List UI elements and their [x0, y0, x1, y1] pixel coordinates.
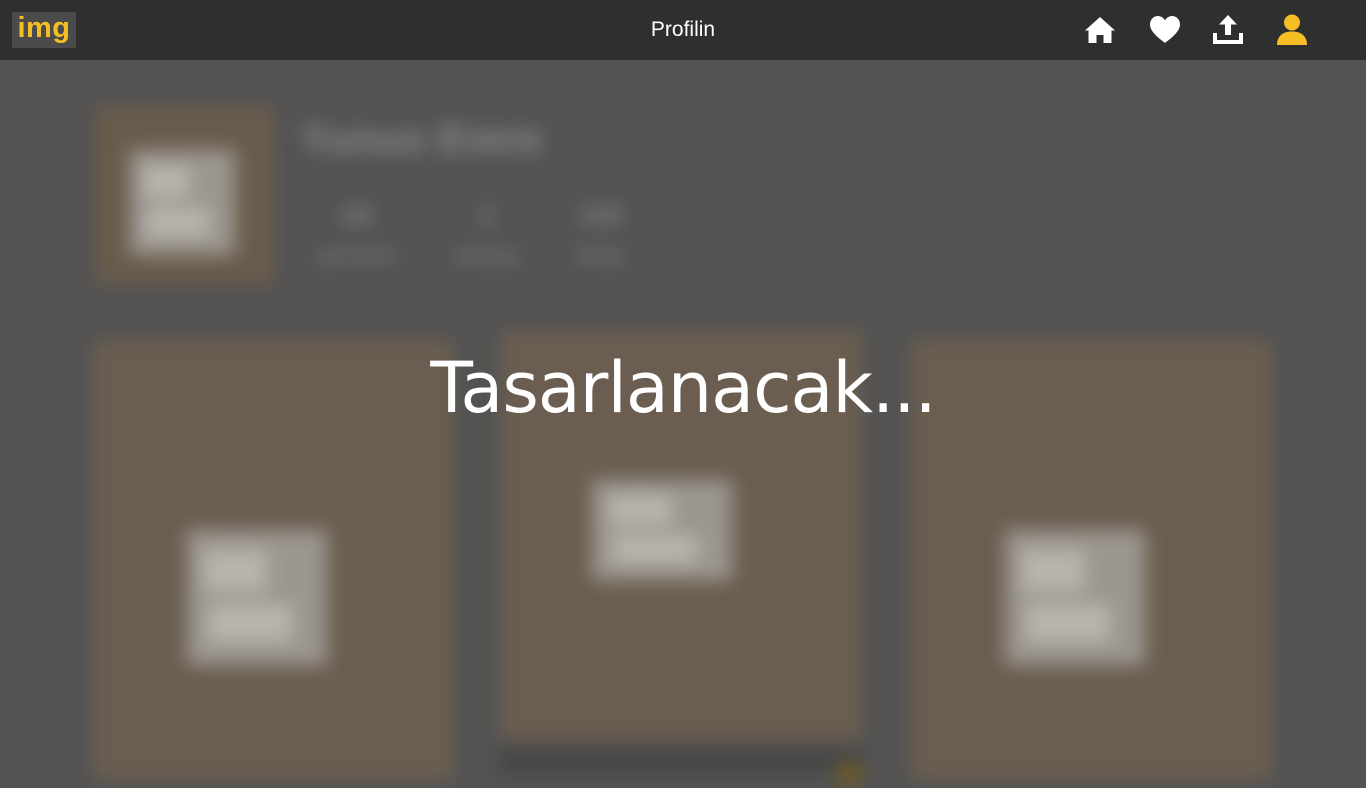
avatar — [95, 105, 275, 285]
stat-value: 2 — [479, 200, 496, 231]
stat-label: gönderi — [317, 242, 398, 269]
profile-name: Yunus Emre — [300, 115, 543, 162]
stat-value: 88 — [341, 200, 374, 231]
page-title: Profilin — [650, 18, 716, 41]
image-placeholder-icon — [592, 480, 732, 580]
home-icon[interactable] — [1083, 12, 1117, 48]
placeholder-message: Tasarlanacak... — [430, 347, 937, 429]
heart-icon[interactable] — [1148, 12, 1182, 48]
upload-icon[interactable] — [1211, 12, 1245, 48]
user-icon[interactable] — [1275, 12, 1309, 48]
stat-following: 198 takip — [562, 200, 637, 270]
top-bar: img Profilin — [0, 0, 1366, 60]
stat-label: takipçi — [453, 242, 522, 269]
image-placeholder-icon — [187, 530, 327, 665]
stat-posts: 88 gönderi — [300, 200, 415, 270]
stat-followers: 2 takipçi — [440, 200, 535, 270]
image-placeholder-icon — [1005, 530, 1145, 665]
stat-value: 198 — [576, 200, 623, 231]
post-footer — [500, 748, 862, 773]
app-logo[interactable]: img — [12, 12, 76, 48]
stat-label: takip — [574, 242, 625, 269]
badge-icon — [835, 760, 863, 788]
image-placeholder-icon — [130, 150, 235, 255]
